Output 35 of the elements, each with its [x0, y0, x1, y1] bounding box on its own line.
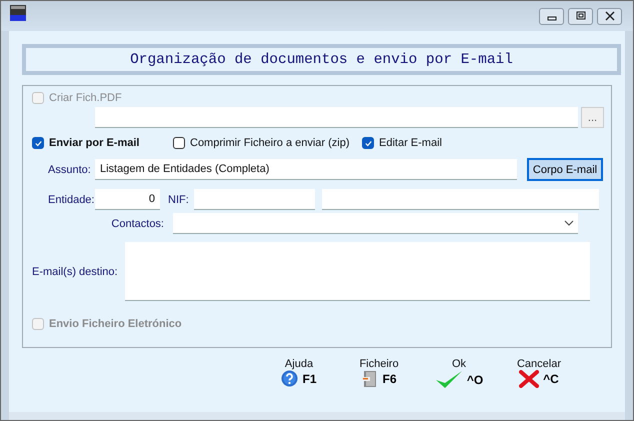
entity-field[interactable]: 0 — [95, 189, 160, 210]
email-body-button[interactable]: Corpo E-mail — [527, 158, 603, 181]
toolbar-button[interactable]: Ajuda F1 — [259, 358, 339, 390]
subject-field[interactable]: Listagem de Entidades (Completa) — [95, 159, 517, 180]
field-label: Assunto: — [47, 164, 92, 176]
field-label: Contactos: — [110, 218, 165, 230]
checkbox[interactable]: Enviar por E-mail — [32, 137, 173, 149]
dialog-heading: Organização de documentos e envio por E-mail — [130, 52, 513, 68]
close-button[interactable] — [597, 8, 622, 24]
toolbar-button[interactable]: Cancelar ^C — [499, 358, 579, 390]
field-label: E-mail(s) destino: — [32, 266, 119, 278]
recipients-field[interactable] — [125, 242, 590, 301]
field-label: Entidade: — [47, 194, 95, 206]
minimize-button[interactable] — [539, 8, 564, 24]
app-icon — [10, 5, 26, 21]
browse-button[interactable]: ... — [581, 107, 604, 128]
pdf-path-field[interactable] — [95, 107, 578, 128]
toolbar-button[interactable]: Ok ^O — [419, 358, 499, 390]
checkmark-icon — [364, 138, 372, 148]
entity-name-field[interactable] — [322, 189, 599, 210]
toolbar-button[interactable]: Ficheiro F6 — [339, 358, 419, 390]
restore-icon — [576, 11, 586, 21]
nif-field[interactable] — [194, 189, 315, 210]
cross-icon — [519, 370, 540, 388]
field-label: NIF: — [167, 194, 190, 206]
checkmark-icon — [434, 370, 463, 390]
contacts-dropdown[interactable] — [173, 213, 578, 234]
close-icon — [604, 11, 614, 21]
chevron-down-icon — [564, 220, 574, 226]
checkbox[interactable]: Editar E-mail — [362, 137, 442, 149]
checkbox[interactable]: Comprimir Ficheiro a enviar (zip) — [173, 137, 362, 149]
maximize-button[interactable] — [568, 8, 593, 24]
file-cabinet-icon — [361, 370, 378, 388]
help-icon — [281, 370, 298, 387]
checkmark-icon — [34, 138, 42, 148]
